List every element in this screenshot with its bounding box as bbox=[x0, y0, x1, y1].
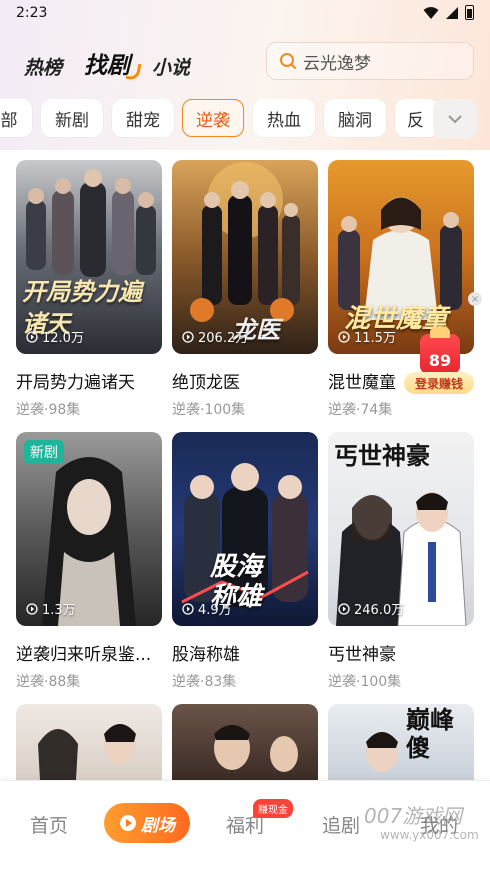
view-count-text: 12.0万 bbox=[42, 331, 84, 346]
tab-find-drama[interactable]: 找剧 bbox=[84, 46, 130, 80]
drama-poster[interactable] bbox=[16, 704, 162, 780]
top-tabs: 热榜 找剧 小说 bbox=[24, 44, 190, 80]
login-earn-promo[interactable]: 89 登录赚钱 bbox=[404, 326, 474, 394]
poster-title-art: 丐世神豪 bbox=[334, 441, 430, 470]
drama-poster[interactable]: 股海称雄 4.9万 bbox=[172, 432, 318, 626]
drama-meta: 逆袭·98集 bbox=[16, 402, 81, 418]
drama-meta: 逆袭·74集 bbox=[328, 402, 393, 418]
drama-meta: 逆袭·88集 bbox=[16, 674, 81, 690]
view-count-text: 246.0万 bbox=[354, 603, 405, 618]
battery-icon bbox=[465, 5, 474, 20]
drama-poster[interactable]: 混世魔童 11.5万 bbox=[328, 160, 474, 354]
drama-card[interactable]: 股海称雄 4.9万 股海称雄 逆袭·83集 bbox=[172, 432, 318, 691]
drama-card[interactable]: 新剧 1.3万 逆袭归来听泉鉴... 逆袭·88集 bbox=[16, 432, 162, 691]
status-bar: 2:23 bbox=[0, 0, 490, 28]
play-icon bbox=[120, 815, 136, 831]
search-placeholder: 云光逸梦 bbox=[303, 53, 371, 74]
drama-poster[interactable] bbox=[172, 704, 318, 780]
signal-icon bbox=[446, 6, 458, 19]
watermark-url: www.yx007.com bbox=[380, 828, 479, 842]
drama-poster[interactable]: 龙医 206.2万 bbox=[172, 160, 318, 354]
drama-card[interactable]: 丐世神豪 246.0万 丐世神豪 逆袭·100集 bbox=[328, 432, 474, 691]
drama-poster[interactable]: 新剧 1.3万 bbox=[16, 432, 162, 626]
poster-figures bbox=[214, 725, 298, 772]
category-chips: 部 新剧 甜宠 逆袭 热血 脑洞 反 bbox=[0, 99, 490, 139]
wifi-icon bbox=[423, 6, 439, 19]
view-count-text: 206.2万 bbox=[198, 331, 249, 346]
play-count-icon bbox=[26, 602, 38, 615]
nav-theater[interactable]: 剧场 bbox=[104, 803, 190, 843]
play-count-icon bbox=[182, 602, 194, 615]
drama-title[interactable]: 逆袭归来听泉鉴... bbox=[16, 640, 162, 665]
play-count-icon bbox=[338, 330, 350, 343]
status-time: 2:23 bbox=[16, 5, 48, 21]
view-count: 1.3万 bbox=[26, 599, 76, 618]
play-count-icon bbox=[182, 330, 194, 343]
red-packet-icon: 89 bbox=[420, 326, 460, 374]
poster-title-art: 巅峰傻 bbox=[406, 705, 454, 762]
nav-home[interactable]: 首页 bbox=[30, 811, 68, 838]
drama-meta: 逆袭·100集 bbox=[172, 402, 246, 418]
drama-poster[interactable]: 丐世神豪 246.0万 bbox=[328, 432, 474, 626]
view-count: 12.0万 bbox=[26, 327, 84, 346]
chip-comeback[interactable]: 逆袭 bbox=[182, 99, 244, 137]
drama-card[interactable]: 巅峰傻 bbox=[328, 704, 474, 780]
new-drama-badge: 新剧 bbox=[24, 440, 64, 464]
view-count-text: 4.9万 bbox=[198, 603, 232, 618]
drama-title[interactable]: 绝顶龙医 bbox=[172, 368, 318, 393]
drama-card[interactable] bbox=[16, 704, 162, 780]
drama-poster[interactable]: 巅峰傻 bbox=[328, 704, 474, 780]
drama-card[interactable]: 开局势力遍诸天 12.0万 开局势力遍诸天 逆袭·98集 bbox=[16, 160, 162, 419]
close-icon[interactable]: × bbox=[468, 292, 482, 306]
status-icons bbox=[423, 5, 474, 20]
nav-theater-label: 剧场 bbox=[141, 815, 175, 836]
tab-novel[interactable]: 小说 bbox=[152, 53, 190, 80]
poster-figures bbox=[38, 724, 136, 780]
chip-sweet[interactable]: 甜宠 bbox=[112, 99, 174, 137]
chip-new[interactable]: 新剧 bbox=[41, 99, 103, 137]
view-count-text: 11.5万 bbox=[354, 331, 396, 346]
drama-card[interactable] bbox=[172, 704, 318, 780]
view-count: 11.5万 bbox=[338, 327, 396, 346]
promo-number: 89 bbox=[428, 351, 452, 370]
play-count-icon bbox=[338, 602, 350, 615]
tab-hot-list[interactable]: 热榜 bbox=[24, 53, 62, 80]
search-box[interactable]: 云光逸梦 bbox=[266, 42, 474, 80]
expand-categories-button[interactable] bbox=[433, 99, 477, 139]
drama-meta: 逆袭·100集 bbox=[328, 674, 402, 690]
watermark-brand: 007游戏网 bbox=[364, 804, 463, 828]
drama-poster[interactable]: 开局势力遍诸天 12.0万 bbox=[16, 160, 162, 354]
view-count: 246.0万 bbox=[338, 599, 404, 618]
drama-card[interactable]: 龙医 206.2万 绝顶龙医 逆袭·100集 bbox=[172, 160, 318, 419]
promo-label: 登录赚钱 bbox=[404, 372, 474, 394]
drama-title[interactable]: 开局势力遍诸天 bbox=[16, 368, 162, 393]
view-count-text: 1.3万 bbox=[42, 603, 76, 618]
play-count-icon bbox=[26, 330, 38, 343]
view-count: 206.2万 bbox=[182, 327, 248, 346]
view-count: 4.9万 bbox=[182, 599, 232, 618]
chevron-down-icon bbox=[448, 115, 462, 124]
nav-following[interactable]: 追剧 bbox=[322, 811, 360, 838]
search-icon bbox=[280, 53, 296, 69]
drama-meta: 逆袭·83集 bbox=[172, 674, 237, 690]
chip-hot-blood[interactable]: 热血 bbox=[253, 99, 315, 137]
chip-partial-left[interactable]: 部 bbox=[0, 99, 32, 137]
earn-cash-badge: 赚现金 bbox=[253, 799, 293, 818]
drama-title[interactable]: 丐世神豪 bbox=[328, 640, 474, 665]
chip-fantasy[interactable]: 脑洞 bbox=[324, 99, 386, 137]
drama-title[interactable]: 股海称雄 bbox=[172, 640, 318, 665]
